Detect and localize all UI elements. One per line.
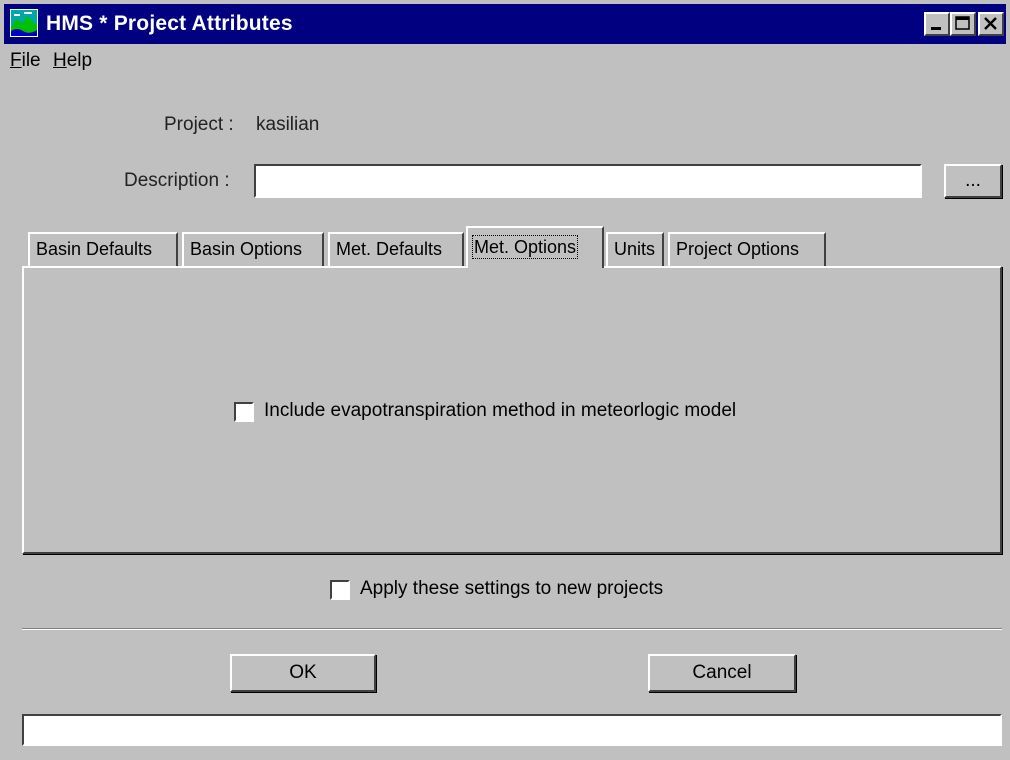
separator-line <box>22 628 1002 630</box>
minimize-button[interactable] <box>924 12 950 36</box>
apply-settings-checkbox[interactable] <box>330 580 350 600</box>
description-input[interactable] <box>254 164 922 198</box>
tab-project-options[interactable]: Project Options <box>668 232 826 266</box>
tab-met-options-label: Met. Options <box>471 235 579 259</box>
project-label: Project : <box>164 114 234 135</box>
tab-basin-options-label: Basin Options <box>190 239 303 259</box>
tab-basin-defaults[interactable]: Basin Defaults <box>28 232 178 266</box>
menu-file-mnemonic: F <box>10 50 22 71</box>
close-icon <box>984 17 997 30</box>
menu-file-rest: ile <box>21 50 41 71</box>
evapotranspiration-checkbox[interactable] <box>234 402 254 422</box>
evapotranspiration-checkbox-row[interactable]: Include evapotranspiration method in met… <box>234 400 834 426</box>
cancel-button[interactable]: Cancel <box>648 654 796 692</box>
minimize-icon <box>931 27 941 30</box>
apply-settings-checkbox-row[interactable]: Apply these settings to new projects <box>330 578 750 604</box>
project-attributes-window: HMS * Project Attributes File Help Proje… <box>0 0 1010 760</box>
maximize-button[interactable] <box>950 12 976 36</box>
window-title: HMS * Project Attributes <box>46 12 293 35</box>
tab-units[interactable]: Units <box>606 232 664 266</box>
menu-file[interactable]: File <box>10 50 41 72</box>
menu-help-mnemonic: H <box>53 50 67 71</box>
apply-settings-label: Apply these settings to new projects <box>360 578 664 599</box>
description-browse-button[interactable]: ... <box>944 164 1002 198</box>
description-label: Description : <box>124 170 230 191</box>
tab-basin-defaults-label: Basin Defaults <box>36 239 153 259</box>
tab-basin-options[interactable]: Basin Options <box>182 232 324 266</box>
status-bar <box>22 714 1002 746</box>
title-bar[interactable]: HMS * Project Attributes <box>4 4 1006 44</box>
met-options-panel: Include evapotranspiration method in met… <box>22 266 1002 554</box>
tab-met-defaults[interactable]: Met. Defaults <box>328 232 464 266</box>
tab-project-options-label: Project Options <box>676 239 800 259</box>
menu-help-rest: elp <box>66 50 93 71</box>
project-name: kasilian <box>256 114 320 135</box>
menu-help[interactable]: Help <box>53 50 92 72</box>
tab-units-label: Units <box>614 239 656 259</box>
maximize-icon <box>955 16 970 30</box>
tab-met-options[interactable]: Met. Options <box>466 226 604 268</box>
tab-met-defaults-label: Met. Defaults <box>336 239 443 259</box>
ok-button[interactable]: OK <box>230 654 376 692</box>
close-button[interactable] <box>978 12 1004 36</box>
hms-app-icon <box>10 9 38 37</box>
evapotranspiration-label: Include evapotranspiration method in met… <box>264 400 737 421</box>
